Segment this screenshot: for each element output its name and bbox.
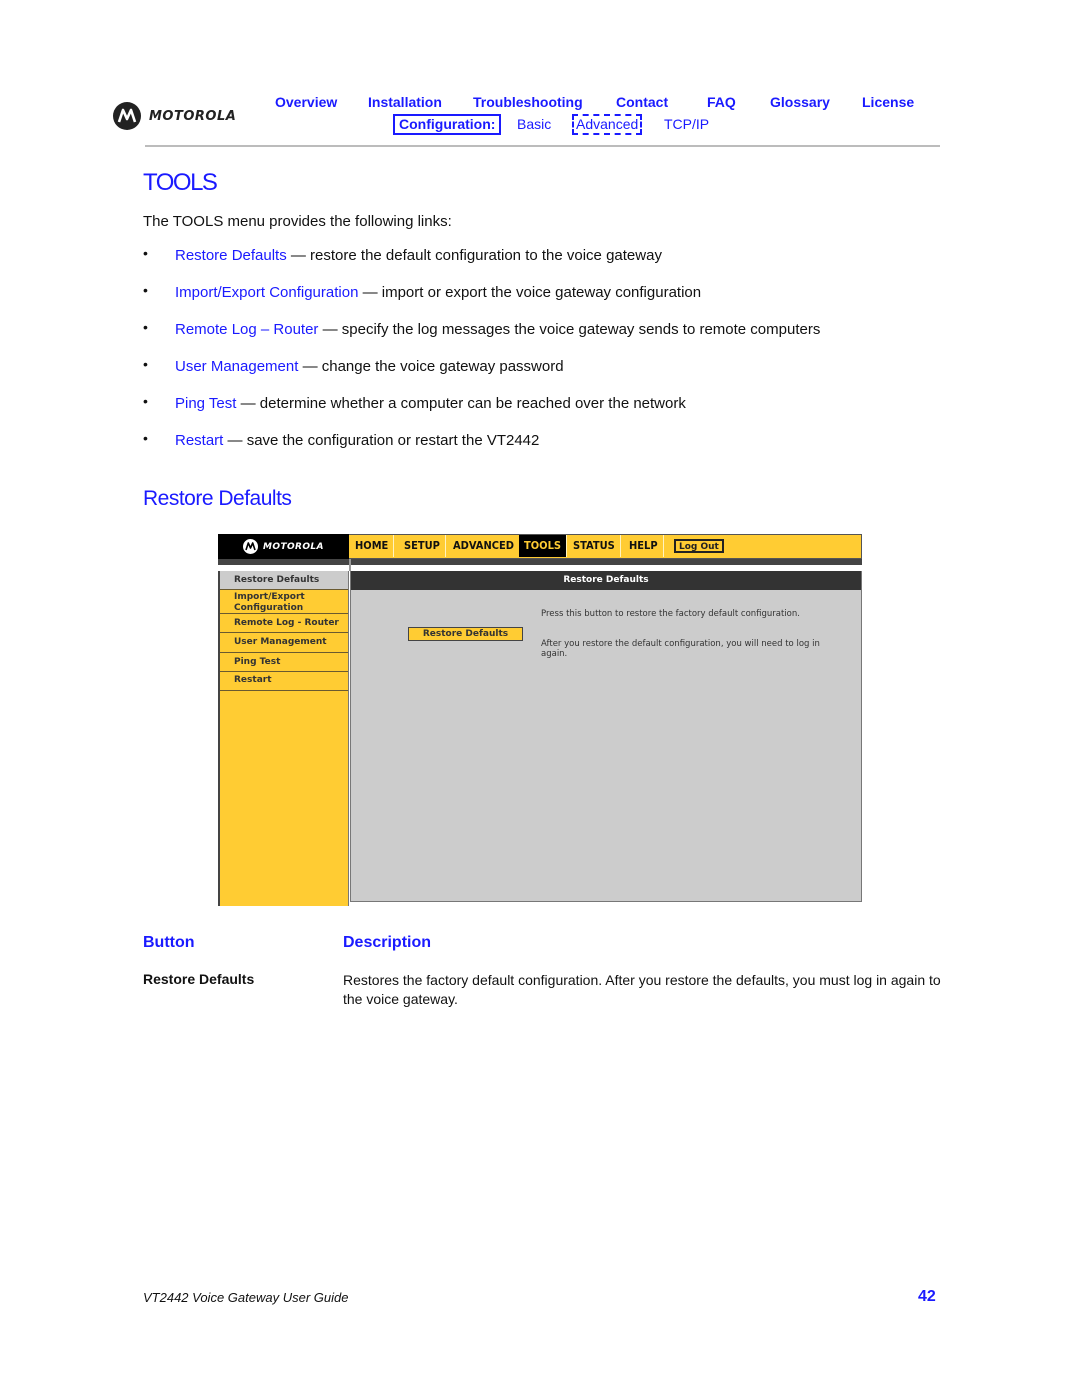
list-item: • Remote Log – Router — specify the log …	[143, 319, 821, 358]
router-help-text-2: After you restore the default configurat…	[541, 639, 820, 659]
config-tcpip-link[interactable]: TCP/IP	[664, 116, 709, 132]
nav-glossary[interactable]: Glossary	[770, 94, 830, 110]
section-intro: The TOOLS menu provides the following li…	[143, 213, 452, 230]
router-tab-advanced[interactable]: ADVANCED	[448, 535, 520, 557]
configuration-label[interactable]: Configuration:	[393, 114, 502, 135]
nav-faq[interactable]: FAQ	[707, 94, 736, 110]
restore-defaults-link[interactable]: Restore Defaults	[175, 247, 287, 264]
router-sidebar: Restore Defaults Import/Export Configura…	[218, 571, 349, 906]
bullet-icon: •	[143, 319, 148, 335]
bullet-icon: •	[143, 393, 148, 409]
table-header-button: Button	[143, 934, 195, 951]
router-brand: MOTOROLA	[263, 541, 324, 552]
subsection-title: Restore Defaults	[143, 487, 292, 510]
list-item: • Restore Defaults — restore the default…	[143, 245, 820, 284]
router-sidebar-import-export[interactable]: Import/Export Configuration	[220, 590, 348, 614]
list-item-text: — restore the default configuration to t…	[286, 247, 662, 264]
bullet-icon: •	[143, 430, 148, 446]
table-header-description: Description	[343, 934, 432, 951]
router-panel-title: Restore Defaults	[351, 571, 861, 590]
list-item: • Import/Export Configuration — import o…	[143, 282, 820, 321]
nav-installation[interactable]: Installation	[368, 94, 442, 110]
list-item-text: — change the voice gateway password	[298, 358, 564, 375]
router-sidebar-remote-log[interactable]: Remote Log - Router	[220, 614, 348, 633]
router-logo: MOTOROLA	[218, 534, 349, 559]
nav-troubleshooting[interactable]: Troubleshooting	[473, 94, 583, 110]
list-item-text: — import or export the voice gateway con…	[358, 284, 702, 301]
bullet-icon: •	[143, 245, 148, 261]
table-cell-description: Restores the factory default configurati…	[343, 972, 941, 1007]
router-tab-help[interactable]: HELP	[624, 535, 664, 557]
configuration-subnav: Configuration: Basic Advanced TCP/IP	[0, 114, 1080, 136]
router-tab-home[interactable]: HOME	[350, 535, 395, 557]
remote-log-link[interactable]: Remote Log – Router	[175, 321, 318, 338]
restart-link[interactable]: Restart	[175, 432, 223, 449]
ping-test-link[interactable]: Ping Test	[175, 395, 236, 412]
router-tab-status[interactable]: STATUS	[568, 535, 621, 557]
router-sidebar-ping-test[interactable]: Ping Test	[220, 653, 348, 672]
router-sidebar-restart[interactable]: Restart	[220, 672, 348, 691]
tools-link-list: • Restore Defaults — restore the default…	[143, 245, 821, 469]
router-tab-setup[interactable]: SETUP	[399, 535, 446, 557]
nav-contact[interactable]: Contact	[616, 94, 668, 110]
page-number: 42	[918, 1288, 936, 1305]
list-item: • User Management — change the voice gat…	[143, 356, 820, 395]
nav-license[interactable]: License	[862, 94, 914, 110]
nav-overview[interactable]: Overview	[275, 94, 337, 110]
config-advanced-link[interactable]: Advanced	[572, 114, 643, 135]
user-management-link[interactable]: User Management	[175, 358, 298, 375]
router-sidebar-restore-defaults[interactable]: Restore Defaults	[220, 571, 348, 590]
router-restore-defaults-button[interactable]: Restore Defaults	[408, 627, 523, 641]
bullet-icon: •	[143, 282, 148, 298]
router-sidebar-user-management[interactable]: User Management	[220, 633, 348, 653]
footer-guide-title: VT2442 Voice Gateway User Guide	[143, 1290, 349, 1305]
list-item: • Ping Test — determine whether a comput…	[143, 393, 820, 432]
header-divider	[145, 145, 940, 147]
section-title: TOOLS	[143, 169, 218, 196]
import-export-link[interactable]: Import/Export Configuration	[175, 284, 358, 301]
config-basic-link[interactable]: Basic	[517, 116, 551, 132]
router-help-text-1: Press this button to restore the factory…	[541, 609, 800, 619]
router-logout-button[interactable]: Log Out	[674, 539, 724, 553]
list-item-text: — specify the log messages the voice gat…	[318, 321, 821, 338]
bullet-icon: •	[143, 356, 148, 372]
table-cell-button: Restore Defaults	[143, 971, 255, 987]
list-item-text: — determine whether a computer can be re…	[236, 395, 686, 412]
router-tab-tools[interactable]: TOOLS	[519, 535, 568, 557]
top-navigation: Overview Installation Troubleshooting Co…	[0, 94, 1080, 114]
router-divider-vertical	[349, 559, 351, 571]
router-ui-screenshot: MOTOROLA HOME SETUP ADVANCED TOOLS STATU…	[218, 534, 862, 906]
router-content-panel: Restore Defaults Restore Defaults Press …	[350, 571, 862, 902]
list-item-text: — save the configuration or restart the …	[223, 432, 540, 449]
list-item: • Restart — save the configuration or re…	[143, 430, 820, 469]
motorola-batwing-icon	[243, 539, 259, 554]
